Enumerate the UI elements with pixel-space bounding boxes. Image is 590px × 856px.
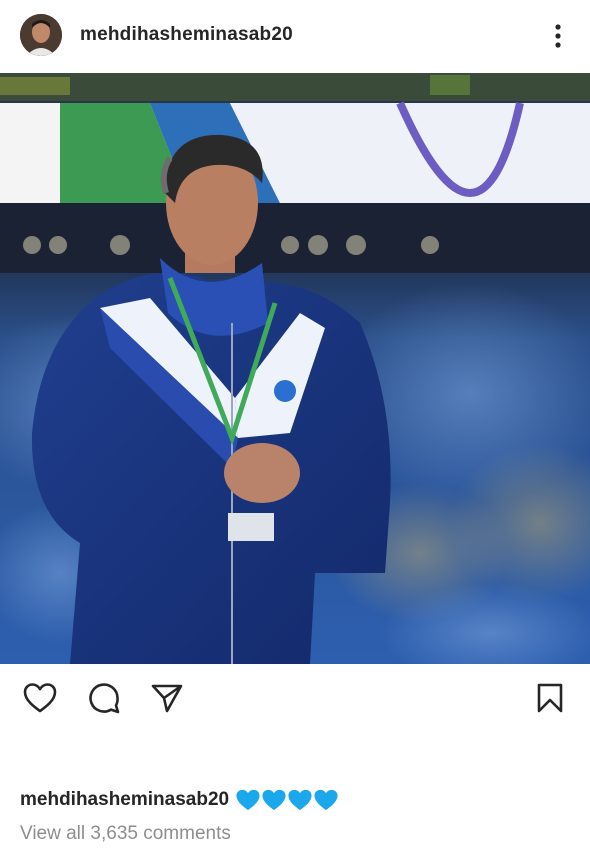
share-button[interactable] bbox=[147, 678, 187, 718]
heart-icon bbox=[23, 683, 57, 713]
like-button[interactable] bbox=[20, 678, 60, 718]
send-icon bbox=[151, 684, 183, 713]
caption-username[interactable]: mehdihasheminasab20 bbox=[20, 789, 229, 811]
caption-hearts bbox=[235, 788, 339, 812]
blue-heart-icon bbox=[288, 789, 312, 811]
post-image[interactable] bbox=[0, 73, 590, 664]
blue-heart-icon bbox=[262, 789, 286, 811]
avatar[interactable] bbox=[20, 14, 62, 56]
post-caption: mehdihasheminasab20 bbox=[20, 788, 339, 812]
comment-icon bbox=[89, 683, 120, 714]
post-header: mehdihasheminasab20 bbox=[0, 0, 590, 72]
view-all-comments-link[interactable]: View all 3,635 comments bbox=[20, 823, 231, 845]
more-vertical-icon bbox=[555, 24, 561, 48]
post-actions bbox=[0, 664, 590, 734]
save-button[interactable] bbox=[530, 678, 570, 718]
post-username[interactable]: mehdihasheminasab20 bbox=[80, 24, 293, 46]
blue-heart-icon bbox=[314, 789, 338, 811]
blue-heart-icon bbox=[236, 789, 260, 811]
more-options-button[interactable] bbox=[544, 22, 572, 50]
comment-button[interactable] bbox=[84, 678, 124, 718]
bookmark-icon bbox=[537, 683, 563, 713]
